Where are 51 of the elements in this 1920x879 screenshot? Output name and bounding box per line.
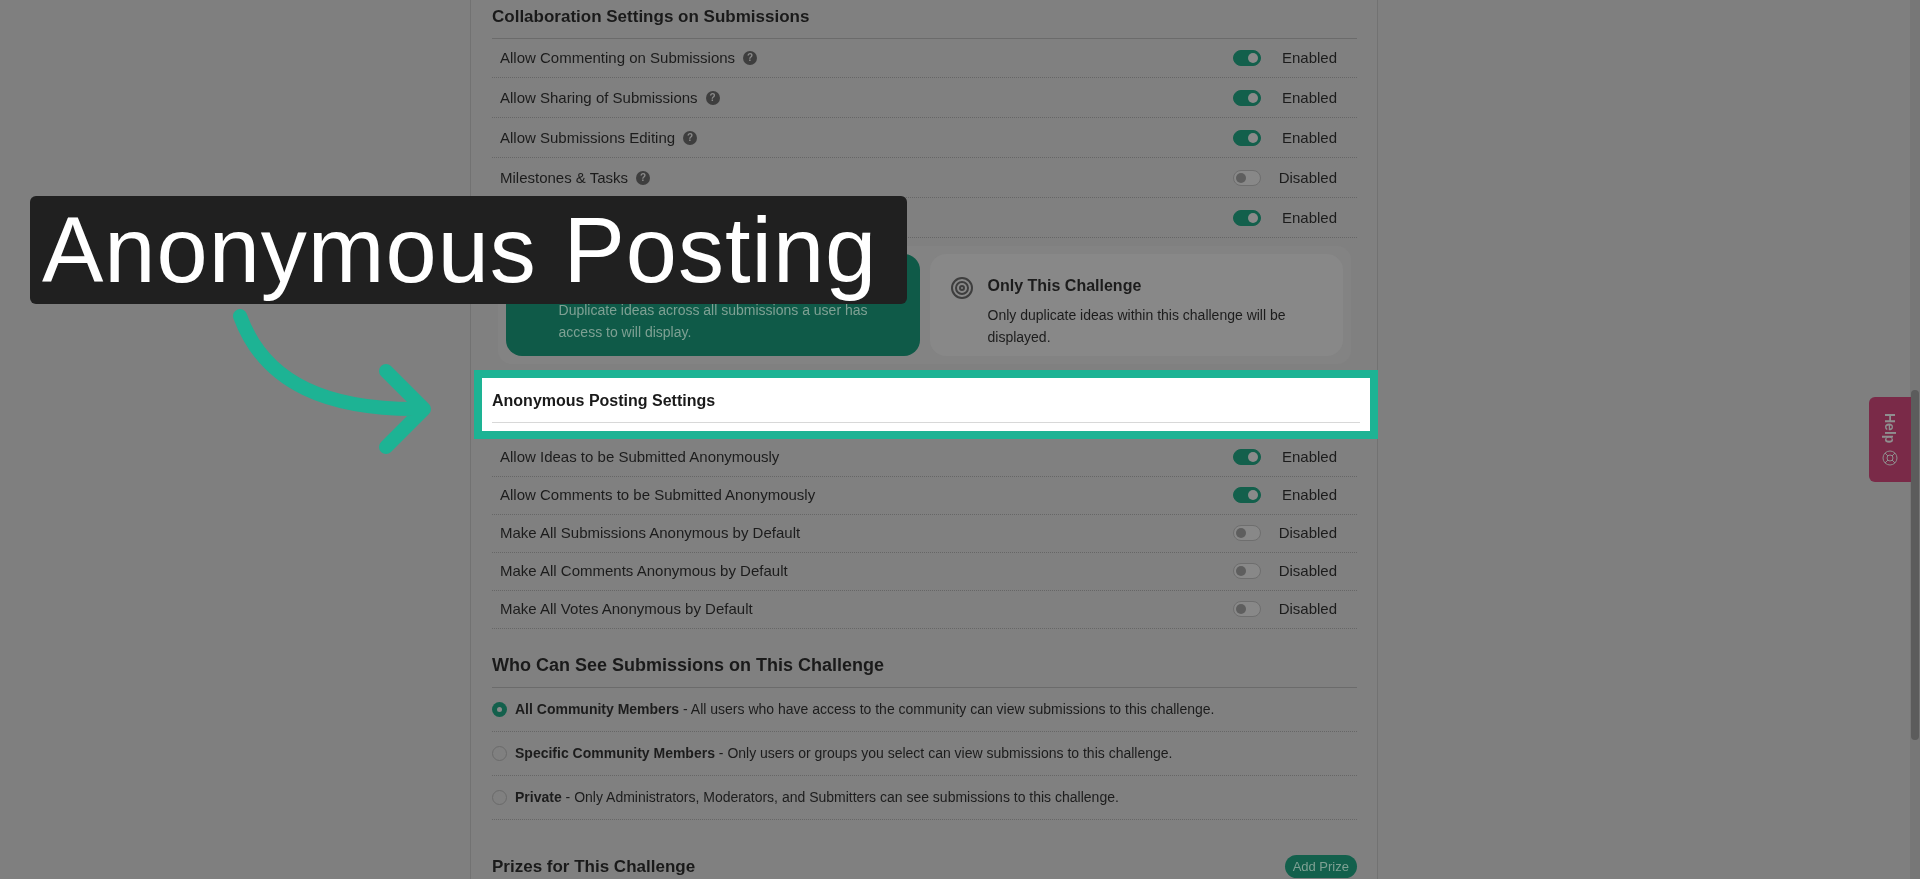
add-prize-button[interactable]: Add Prize: [1284, 854, 1357, 878]
target-icon: [949, 276, 974, 301]
setting-label: Milestones & Tasks: [500, 167, 629, 188]
help-icon[interactable]: ?: [636, 170, 651, 185]
toggle-switch[interactable]: [1233, 209, 1261, 226]
toggle-switch[interactable]: [1233, 487, 1261, 504]
setting-label: Allow Submissions Editing: [500, 127, 676, 148]
setting-label: Make All Submissions Anonymous by Default: [500, 523, 801, 544]
section-heading: Who Can See Submissions on This Challenge: [492, 654, 885, 675]
status-text: Enabled: [1280, 447, 1337, 468]
status-text: Enabled: [1280, 47, 1337, 68]
card-title: Only This Challenge: [987, 276, 1143, 297]
setting-label: Make All Votes Anonymous by Default: [500, 599, 753, 620]
toggle-switch[interactable]: [1233, 129, 1261, 146]
toggle-switch[interactable]: [1233, 563, 1261, 580]
card-description: Only duplicate ideas within this challenge will be displayed.: [987, 306, 1287, 348]
radio-label: All Community Members - All users who have access to the community can view submissions to this challenge.: [515, 699, 1215, 719]
status-text: Enabled: [1280, 485, 1337, 506]
option-card[interactable]: Only This Challenge Only duplicate ideas within this challenge will be displayed.: [929, 254, 1343, 357]
radio-button[interactable]: [492, 701, 507, 717]
toggle-switch[interactable]: [1233, 169, 1261, 186]
toggle-switch[interactable]: [1233, 449, 1261, 466]
status-text: Enabled: [1280, 127, 1337, 148]
section-heading: Anonymous Posting Settings: [492, 392, 716, 410]
status-text: Enabled: [1280, 87, 1337, 108]
card-description: Duplicate ideas across all submissions a user has access to will display.: [558, 301, 869, 343]
caption-overlay: Anonymous Posting: [30, 196, 907, 304]
section-heading: Prizes for This Challenge: [492, 855, 696, 878]
radio-label: Private - Only Administrators, Moderators, and Submitters can see submissions to this challenge.: [515, 787, 1119, 807]
help-icon[interactable]: ?: [683, 130, 698, 145]
section-heading: Collaboration Settings on Submissions: [492, 7, 810, 26]
setting-label: Allow Comments to be Submitted Anonymously: [500, 485, 816, 506]
status-text: Disabled: [1277, 561, 1337, 582]
scrollbar[interactable]: [1910, 0, 1920, 879]
toggle-switch[interactable]: [1233, 89, 1261, 106]
help-icon[interactable]: ?: [743, 51, 758, 65]
toggle-switch[interactable]: [1233, 601, 1261, 618]
status-text: Disabled: [1277, 599, 1337, 620]
setting-label: Allow Sharing of Submissions: [500, 87, 698, 108]
toggle-switch[interactable]: [1233, 50, 1261, 66]
radio-label: Specific Community Members - Only users or groups you select can view submissions to this challenge.: [515, 743, 1173, 763]
toggle-switch[interactable]: [1233, 525, 1261, 542]
status-text: Disabled: [1277, 167, 1337, 188]
setting-label: Allow Commenting on Submissions: [500, 47, 736, 68]
help-icon[interactable]: ?: [705, 90, 720, 105]
status-text: Enabled: [1280, 207, 1337, 228]
setting-label: Allow Ideas to be Submitted Anonymously: [500, 447, 780, 468]
status-text: Disabled: [1277, 523, 1337, 544]
setting-label: Make All Comments Anonymous by Default: [500, 561, 788, 582]
lifebuoy-icon: [1882, 449, 1898, 466]
help-tab[interactable]: Help: [1869, 397, 1911, 482]
